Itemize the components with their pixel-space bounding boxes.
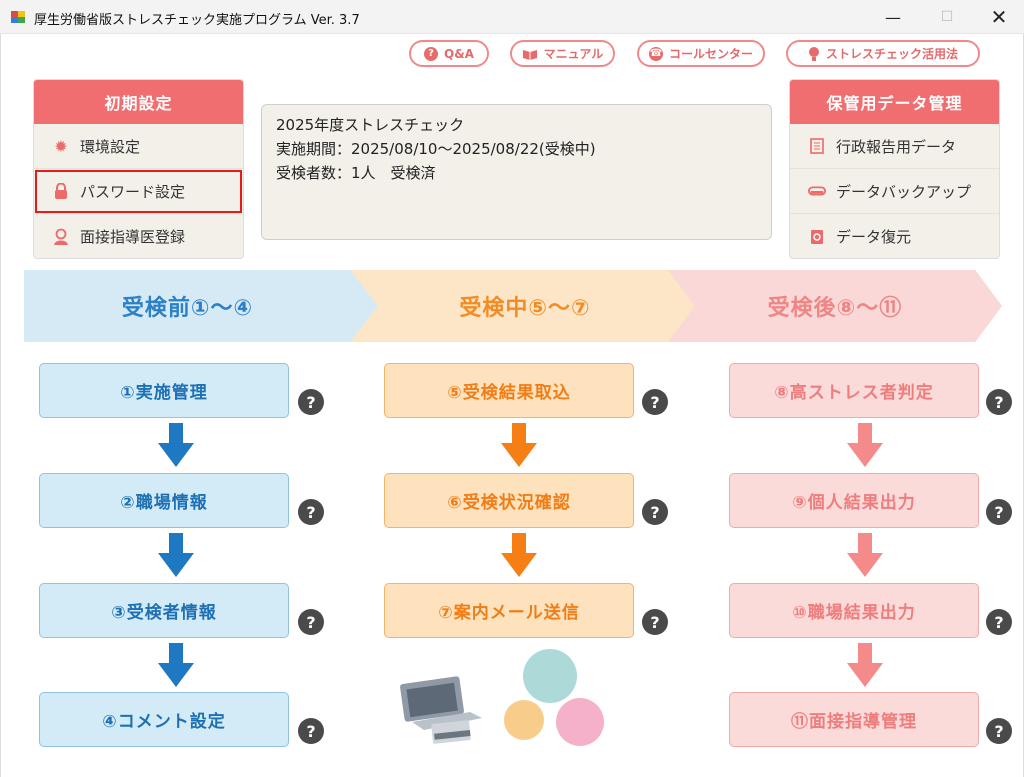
arrow-down-icon [501, 423, 537, 467]
arrow-down-icon [158, 643, 194, 687]
qa-label: Q&A [444, 46, 474, 61]
data-management-title: 保管用データ管理 [790, 80, 999, 124]
environment-settings-button[interactable]: ✹ 環境設定 [34, 124, 243, 169]
question-icon: ? [424, 46, 439, 61]
document-icon [808, 137, 826, 155]
phone-icon: ☎ [648, 46, 663, 61]
help-step-7-icon[interactable]: ? [642, 609, 668, 635]
help-step-5-icon[interactable]: ? [642, 389, 668, 415]
help-step-10-icon[interactable]: ? [986, 609, 1012, 635]
lock-icon [52, 182, 70, 200]
help-step-11-icon[interactable]: ? [986, 718, 1012, 744]
phase-during: 受検中⑤～⑦ [350, 270, 700, 342]
book-icon [522, 49, 537, 60]
help-step-4-icon[interactable]: ? [298, 718, 324, 744]
title-bar: 厚生労働省版ストレスチェック実施プログラム Ver. 3.7 — ☐ ✕ [0, 0, 1024, 34]
survey-period: 実施期間：2025/08/10～2025/08/22(受検中) [276, 140, 596, 158]
step-8-high-stress-button[interactable]: ⑧高ストレス者判定 [729, 363, 979, 418]
arrow-down-icon [847, 423, 883, 467]
step-4-comment-settings-button[interactable]: ④コメント設定 [39, 692, 289, 747]
step-5-import-results-button[interactable]: ⑤受検結果取込 [384, 363, 634, 418]
step-11-interview-management-button[interactable]: ⑪面接指導管理 [729, 692, 979, 747]
password-settings-label: パスワード設定 [80, 182, 186, 201]
app-icon [11, 11, 25, 23]
help-step-8-icon[interactable]: ? [986, 389, 1012, 415]
step-6-status-check-button[interactable]: ⑥受検状況確認 [384, 473, 634, 528]
environment-settings-label: 環境設定 [80, 137, 141, 156]
restore-icon [808, 228, 826, 246]
arrow-down-icon [158, 533, 194, 577]
data-backup-label: データバックアップ [836, 182, 972, 201]
lightbulb-icon [808, 46, 819, 61]
callcenter-label: コールセンター [668, 47, 753, 61]
data-restore-button[interactable]: データ復元 [790, 214, 999, 258]
howto-button[interactable]: ストレスチェック活用法 [786, 40, 980, 67]
help-step-1-icon[interactable]: ? [298, 389, 324, 415]
window-title: 厚生労働省版ストレスチェック実施プログラム Ver. 3.7 [34, 13, 360, 28]
minimize-button[interactable]: — [870, 0, 916, 34]
gear-icon: ✹ [54, 136, 68, 156]
survey-info-box: 2025年度ストレスチェック 実施期間：2025/08/10～2025/08/2… [261, 104, 772, 240]
help-step-9-icon[interactable]: ? [986, 499, 1012, 525]
drive-icon [808, 182, 826, 200]
phase-after: 受検後⑧～⑪ [668, 270, 1002, 342]
interview-doctor-button[interactable]: 面接指導医登録 [34, 214, 243, 258]
step-3-examinee-info-button[interactable]: ③受検者情報 [39, 583, 289, 638]
maximize-button[interactable]: ☐ [924, 0, 970, 34]
close-button[interactable]: ✕ [976, 0, 1022, 34]
arrow-down-icon [847, 643, 883, 687]
step-2-workplace-info-button[interactable]: ②職場情報 [39, 473, 289, 528]
callcenter-button[interactable]: ☎ コールセンター [637, 40, 765, 67]
interview-doctor-label: 面接指導医登録 [80, 228, 186, 246]
arrow-down-icon [501, 533, 537, 577]
help-step-2-icon[interactable]: ? [298, 499, 324, 525]
arrow-down-icon [847, 533, 883, 577]
laptop-illustration [400, 649, 604, 746]
examinee-count: 受検者数：1人 受検済 [276, 164, 436, 182]
initial-settings-title: 初期設定 [34, 80, 243, 124]
manual-button[interactable]: マニュアル [510, 40, 615, 67]
data-backup-button[interactable]: データバックアップ [790, 169, 999, 214]
manual-label: マニュアル [543, 47, 604, 61]
step-10-workplace-results-button[interactable]: ⑩職場結果出力 [729, 583, 979, 638]
howto-label: ストレスチェック活用法 [825, 47, 958, 61]
qa-button[interactable]: ? Q&A [409, 40, 489, 67]
admin-report-data-button[interactable]: 行政報告用データ [790, 124, 999, 169]
step-7-send-mail-button[interactable]: ⑦案内メール送信 [384, 583, 634, 638]
admin-report-data-label: 行政報告用データ [836, 137, 957, 156]
data-restore-label: データ復元 [836, 228, 912, 246]
help-step-3-icon[interactable]: ? [298, 609, 324, 635]
phase-before: 受検前①～④ [24, 270, 379, 342]
arrow-down-icon [158, 423, 194, 467]
data-management-panel: 保管用データ管理 行政報告用データ データバックアップ データ復元 [789, 79, 1000, 259]
doctor-icon [52, 228, 70, 246]
step-9-individual-results-button[interactable]: ⑨個人結果出力 [729, 473, 979, 528]
help-step-6-icon[interactable]: ? [642, 499, 668, 525]
survey-title: 2025年度ストレスチェック [276, 116, 465, 134]
initial-settings-panel: 初期設定 ✹ 環境設定 パスワード設定 面接指導医登録 [33, 79, 244, 259]
step-1-implementation-button[interactable]: ①実施管理 [39, 363, 289, 418]
password-settings-button[interactable]: パスワード設定 [34, 169, 243, 214]
